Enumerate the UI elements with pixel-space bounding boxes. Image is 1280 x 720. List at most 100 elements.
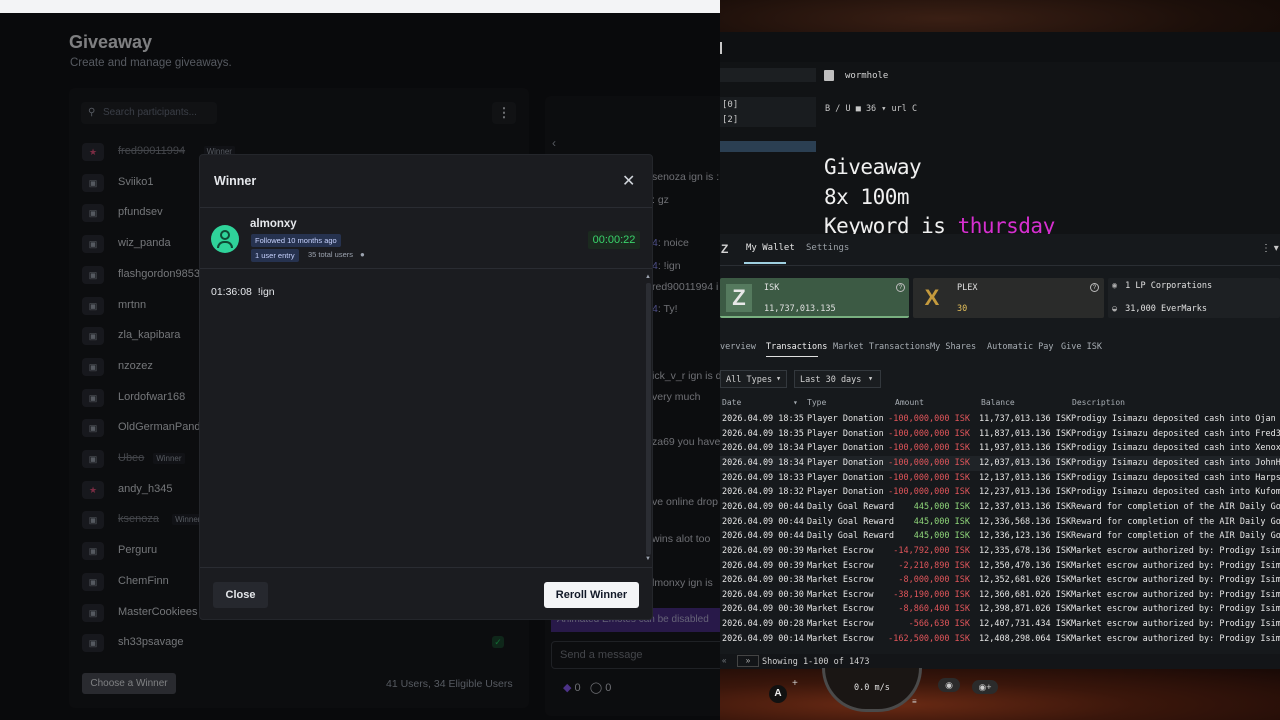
cell-balance: 12,337,013.136 ISK <box>979 501 1072 512</box>
first-page-icon[interactable]: « <box>722 656 726 665</box>
cell-balance: 12,137,013.136 ISK <box>979 472 1072 483</box>
cell-balance: 12,237,013.136 ISK <box>979 487 1072 498</box>
close-icon[interactable]: ✕ <box>622 171 635 191</box>
cell-date: 2026.04.09 00:44 <box>722 516 804 527</box>
cell-balance: 11,737,013.136 ISK <box>979 414 1072 424</box>
cell-date: 2026.04.09 00:30 <box>722 589 804 600</box>
cell-date: 2026.04.09 18:35 <box>722 414 804 424</box>
channel-name: wormhole <box>845 71 889 81</box>
broadcast-text: Keyword is <box>824 214 958 234</box>
table-row[interactable]: 2026.04.09 18:35 Player Donation -100,000,… <box>720 427 1280 442</box>
chevron-down-icon: ▾ <box>868 374 874 384</box>
help-icon[interactable]: ? <box>1090 283 1099 292</box>
hud-icon[interactable]: ◉+ <box>972 680 998 694</box>
table-row[interactable]: 2026.04.09 18:34 Player Donation -100,000,… <box>720 455 1280 471</box>
broadcast-line: Giveaway <box>824 155 922 179</box>
cell-type: Market Escrow <box>807 619 874 630</box>
isk-label: ISK <box>764 283 780 293</box>
channel-list-header <box>720 68 816 82</box>
divider <box>720 265 1280 266</box>
reroll-winner-button[interactable]: Reroll Winner <box>544 582 639 608</box>
table-row[interactable]: 2026.04.09 00:44 Daily Goal Reward 445,000… <box>720 515 1280 530</box>
winner-message: 01:36:08 !ign <box>211 286 275 298</box>
pagination-text: Showing 1-100 of 1473 <box>762 657 870 667</box>
cell-description: Prodigy Isimazu deposited cash into Kufo… <box>1071 487 1280 498</box>
column-amount[interactable]: Amount <box>895 398 924 407</box>
table-row[interactable]: 2026.04.09 00:44 Daily Goal Reward 445,000… <box>720 529 1280 544</box>
document-icon <box>824 70 834 81</box>
scroll-track[interactable] <box>646 283 651 555</box>
plus-icon[interactable]: + <box>792 678 798 689</box>
selected-channel[interactable] <box>720 141 816 152</box>
period-filter-dropdown[interactable]: Last 30 days ▾ <box>794 370 881 388</box>
table-row[interactable]: 2026.04.09 18:32 Player Donation -100,000,… <box>720 485 1280 500</box>
tab-give-isk[interactable]: Give ISK <box>1061 342 1102 352</box>
kebab-icon[interactable]: ⋮ ▾ <box>1261 243 1279 254</box>
type-filter-dropdown[interactable]: All Types ▾ <box>720 370 787 388</box>
cell-amount: 445,000 ISK <box>913 531 970 542</box>
table-row[interactable]: 2026.04.09 00:38 Market Escrow -8,000,000 … <box>720 573 1280 588</box>
column-description[interactable]: Description <box>1072 398 1125 407</box>
table-row[interactable]: 2026.04.09 18:34 Player Donation -100,000,… <box>720 441 1280 456</box>
divider <box>200 567 652 568</box>
active-tab-indicator <box>744 262 786 264</box>
cell-amount: -14,792,000 ISK <box>893 545 970 556</box>
hud-icon[interactable]: ◉ <box>938 678 960 692</box>
cell-balance: 12,336,123.136 ISK <box>979 531 1072 542</box>
column-type[interactable]: Type <box>807 398 826 407</box>
table-row[interactable]: 2026.04.09 00:30 Market Escrow -8,860,400 … <box>720 602 1280 617</box>
tab-automatic-pay[interactable]: Automatic Pay <box>987 342 1054 352</box>
tab-my-wallet[interactable]: My Wallet <box>746 243 795 253</box>
cell-balance: 11,937,013.136 ISK <box>979 443 1072 454</box>
info-icon[interactable]: ● <box>360 250 365 259</box>
cell-description: Market escrow authorized by: Prodigy Isi… <box>1071 545 1280 556</box>
cell-type: Market Escrow <box>807 575 874 586</box>
plex-value: 30 <box>957 304 968 314</box>
table-row[interactable]: 2026.04.09 00:39 Market Escrow -14,792,000… <box>720 544 1280 559</box>
table-row[interactable]: 2026.04.09 00:14 Market Escrow -162,500,00… <box>720 632 1280 647</box>
space-background <box>720 669 1280 720</box>
cell-amount: -162,500,000 ISK <box>888 633 970 644</box>
table-row[interactable]: 2026.04.09 00:44 Daily Goal Reward 445,000… <box>720 500 1280 515</box>
next-page-icon[interactable]: » <box>737 655 759 667</box>
column-balance[interactable]: Balance <box>981 398 1015 407</box>
autopilot-button[interactable]: A <box>769 685 787 703</box>
cell-date: 2026.04.09 00:28 <box>722 619 804 630</box>
tab-overview[interactable]: verview <box>720 342 756 352</box>
table-row[interactable]: 2026.04.09 18:33 Player Donation -100,000,… <box>720 471 1280 486</box>
winner-messages <box>200 273 644 567</box>
scroll-up-icon[interactable]: ▲ <box>645 274 651 280</box>
broadcast-text: Giveaway <box>824 155 922 179</box>
plex-card[interactable]: X PLEX 30 ? <box>913 278 1104 318</box>
winner-modal: Winner ✕ almonxy Followed 10 months ago … <box>199 154 653 620</box>
table-row[interactable]: 2026.04.09 00:39 Market Escrow -2,210,890 … <box>720 559 1280 574</box>
cell-amount: 445,000 ISK <box>913 501 970 512</box>
divider <box>200 207 652 208</box>
lp-row: ◉ 1 LP Corporations <box>1112 281 1212 291</box>
type-filter-value: All Types <box>726 375 773 385</box>
avatar <box>211 225 239 253</box>
scroll-down-icon[interactable]: ▼ <box>645 556 651 562</box>
table-row[interactable]: 2026.04.09 00:28 Market Escrow -566,630 IS… <box>720 617 1280 632</box>
tab-transactions[interactable]: Transactions <box>766 342 827 352</box>
cell-amount: -100,000,000 ISK <box>888 472 970 483</box>
menu-icon[interactable]: ≡ <box>912 697 917 706</box>
tab-settings[interactable]: Settings <box>806 243 849 253</box>
column-date[interactable]: Date <box>722 398 741 407</box>
help-icon[interactable]: ? <box>896 283 905 292</box>
cell-description: Prodigy Isimazu deposited cash into Harp… <box>1071 472 1280 483</box>
cell-type: Market Escrow <box>807 633 874 644</box>
tab-market-transactions[interactable]: Market Transactions <box>833 342 930 352</box>
table-row[interactable]: 2026.04.09 18:35 Player Donation -100,000,… <box>720 412 1280 427</box>
cell-description: Reward for completion of the AIR Daily G… <box>1071 501 1280 512</box>
close-button[interactable]: Close <box>213 582 268 608</box>
scrollbar[interactable]: ▲ ▼ <box>644 271 652 567</box>
cell-amount: -8,000,000 ISK <box>898 575 970 586</box>
sort-icon[interactable]: ▾ <box>793 398 798 407</box>
cell-amount: -100,000,000 ISK <box>888 457 970 468</box>
isk-card[interactable]: Z ISK 11,737,013.135 ? <box>720 278 909 318</box>
giveaway-app: Giveaway Create and manage giveaways. ⚲ … <box>0 0 720 720</box>
cell-date: 2026.04.09 00:39 <box>722 545 804 556</box>
table-row[interactable]: 2026.04.09 00:30 Market Escrow -38,190,000… <box>720 588 1280 603</box>
tab-my-shares[interactable]: My Shares <box>930 342 976 352</box>
